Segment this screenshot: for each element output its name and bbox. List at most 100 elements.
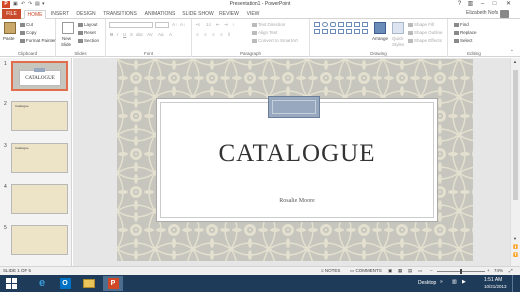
scrollbar-thumb[interactable] xyxy=(513,70,518,200)
strikethrough-button[interactable]: S xyxy=(130,32,133,37)
comments-button[interactable]: ▭ COMMENTS xyxy=(350,268,382,274)
restore-icon[interactable]: □ xyxy=(489,0,500,9)
numbering-icon[interactable]: 1≡ xyxy=(206,22,211,27)
section-button[interactable]: Section xyxy=(78,38,99,43)
align-text-button[interactable]: Align Text xyxy=(252,30,277,35)
next-slide-icon[interactable]: ⏬ xyxy=(513,252,518,257)
help-icon[interactable]: ? xyxy=(454,0,465,9)
justify-icon[interactable]: ≡ xyxy=(220,32,223,37)
tab-slide-show[interactable]: SLIDE SHOW xyxy=(182,10,214,19)
font-color-button[interactable]: A xyxy=(169,32,172,37)
collapse-ribbon-icon[interactable]: ⌃ xyxy=(510,49,514,55)
slide-thumbnail[interactable]: Catalogue xyxy=(11,101,68,131)
shape-fill-button[interactable]: Shape Fill xyxy=(408,22,434,27)
zoom-in-icon[interactable]: + xyxy=(487,268,490,273)
taskbar-explorer-button[interactable] xyxy=(79,276,99,291)
change-case-button[interactable]: Aa xyxy=(158,32,164,37)
shape-oval-icon[interactable] xyxy=(322,22,328,27)
scroll-down-icon[interactable]: ▼ xyxy=(513,236,517,241)
scroll-up-icon[interactable]: ▲ xyxy=(513,59,517,64)
shape-effects-button[interactable]: Shape Effects xyxy=(408,38,442,43)
paste-icon[interactable] xyxy=(4,22,16,34)
slide-subtitle[interactable]: Rosalie Moore xyxy=(158,198,436,204)
tray-expand-icon[interactable]: » xyxy=(440,279,443,285)
shape-line-icon[interactable] xyxy=(346,22,352,27)
text-direction-button[interactable]: Text Direction xyxy=(252,22,285,27)
shape-heart-icon[interactable] xyxy=(354,29,360,34)
slide-title[interactable]: CATALOGUE xyxy=(158,140,436,168)
cut-button[interactable]: Cut xyxy=(20,22,33,27)
new-slide-button-label2[interactable]: Slide xyxy=(61,42,71,47)
clock-time[interactable]: 1:51 AM xyxy=(484,277,502,283)
shape-wave-icon[interactable] xyxy=(362,29,368,34)
shape-bracket-icon[interactable] xyxy=(322,29,328,34)
close-icon[interactable]: ✕ xyxy=(503,0,514,9)
bullets-icon[interactable]: •≡ xyxy=(196,22,200,27)
decrease-indent-icon[interactable]: ⇤ xyxy=(216,22,220,28)
tab-transitions[interactable]: TRANSITIONS xyxy=(103,10,137,19)
arrange-button[interactable]: Arrange xyxy=(372,36,388,41)
find-button[interactable]: Find xyxy=(454,22,469,27)
shadow-button[interactable]: abc xyxy=(136,32,143,37)
tab-design[interactable]: DESIGN xyxy=(75,10,97,19)
quick-styles-button[interactable]: Quick xyxy=(392,36,404,41)
avatar[interactable] xyxy=(500,10,509,18)
show-desktop-button[interactable] xyxy=(512,275,520,292)
increase-indent-icon[interactable]: ⇥ xyxy=(224,22,228,28)
shape-brace-icon[interactable] xyxy=(314,29,320,34)
shape-callout-icon[interactable] xyxy=(338,29,344,34)
grow-font-icon[interactable]: A↑ xyxy=(172,22,177,27)
arrange-icon[interactable] xyxy=(374,22,386,34)
bold-button[interactable]: B xyxy=(110,32,113,37)
taskbar-powerpoint-button[interactable]: P xyxy=(103,276,123,291)
slide-thumbnail[interactable]: CATALOGUE xyxy=(11,61,68,91)
shape-rectangle-icon[interactable] xyxy=(314,22,320,27)
shape-star-icon[interactable] xyxy=(330,29,336,34)
format-painter-button[interactable]: Format Painter xyxy=(20,38,56,43)
columns-icon[interactable]: ‖ xyxy=(228,32,230,37)
minimize-icon[interactable]: – xyxy=(477,0,488,9)
shape-more-icon[interactable] xyxy=(362,22,368,27)
notes-button[interactable]: ≡ NOTES xyxy=(321,268,340,273)
font-name-combo[interactable] xyxy=(109,22,153,28)
copy-button[interactable]: Copy xyxy=(20,30,37,35)
layout-button[interactable]: Layout xyxy=(78,22,98,27)
paste-button[interactable]: Paste xyxy=(3,36,15,41)
shapes-gallery[interactable] xyxy=(314,22,372,44)
shape-cloud-icon[interactable] xyxy=(346,29,352,34)
shape-triangle-icon[interactable] xyxy=(338,22,344,27)
character-spacing-button[interactable]: AV xyxy=(147,32,153,37)
taskbar-outlook-button[interactable]: O xyxy=(55,276,75,291)
desktop-toolbar[interactable]: Desktop xyxy=(418,280,436,286)
start-button[interactable] xyxy=(2,276,22,291)
zoom-out-icon[interactable]: − xyxy=(430,268,433,273)
network-icon[interactable]: ▥ xyxy=(452,279,457,285)
slide-sorter-icon[interactable]: ▦ xyxy=(398,268,402,274)
slide-thumbnail[interactable] xyxy=(11,225,68,255)
quick-styles-button-label2[interactable]: Styles xyxy=(392,42,404,47)
shape-rounded-rect-icon[interactable] xyxy=(330,22,336,27)
quick-styles-icon[interactable] xyxy=(392,22,404,34)
tab-review[interactable]: REVIEW xyxy=(218,10,240,19)
reset-button[interactable]: Reset xyxy=(78,30,96,35)
slide-thumbnail[interactable]: Catalogue xyxy=(11,143,68,173)
user-name[interactable]: Elizabeth Nofs xyxy=(466,10,498,16)
zoom-slider[interactable] xyxy=(437,269,485,274)
shrink-font-icon[interactable]: A↓ xyxy=(180,22,185,27)
ribbon-display-icon[interactable]: ▥ xyxy=(465,0,476,9)
replace-button[interactable]: Replace xyxy=(454,30,477,35)
font-size-combo[interactable] xyxy=(155,22,169,28)
tab-insert[interactable]: INSERT xyxy=(50,10,70,19)
normal-view-icon[interactable]: ▣ xyxy=(388,268,392,274)
reading-view-icon[interactable]: ▤ xyxy=(408,268,412,274)
zoom-slider-thumb[interactable] xyxy=(460,269,462,274)
fit-to-window-icon[interactable]: ⤢ xyxy=(509,268,513,273)
new-slide-button[interactable]: New xyxy=(62,36,71,41)
shape-arrow-icon[interactable] xyxy=(354,22,360,27)
slide-thumbnail[interactable] xyxy=(11,184,68,214)
select-button[interactable]: Select xyxy=(454,38,473,43)
new-slide-icon[interactable] xyxy=(62,22,74,34)
convert-smartart-button[interactable]: Convert to SmartArt xyxy=(252,38,298,43)
zoom-level[interactable]: 74% xyxy=(494,268,503,273)
tab-view[interactable]: VIEW xyxy=(244,10,262,19)
